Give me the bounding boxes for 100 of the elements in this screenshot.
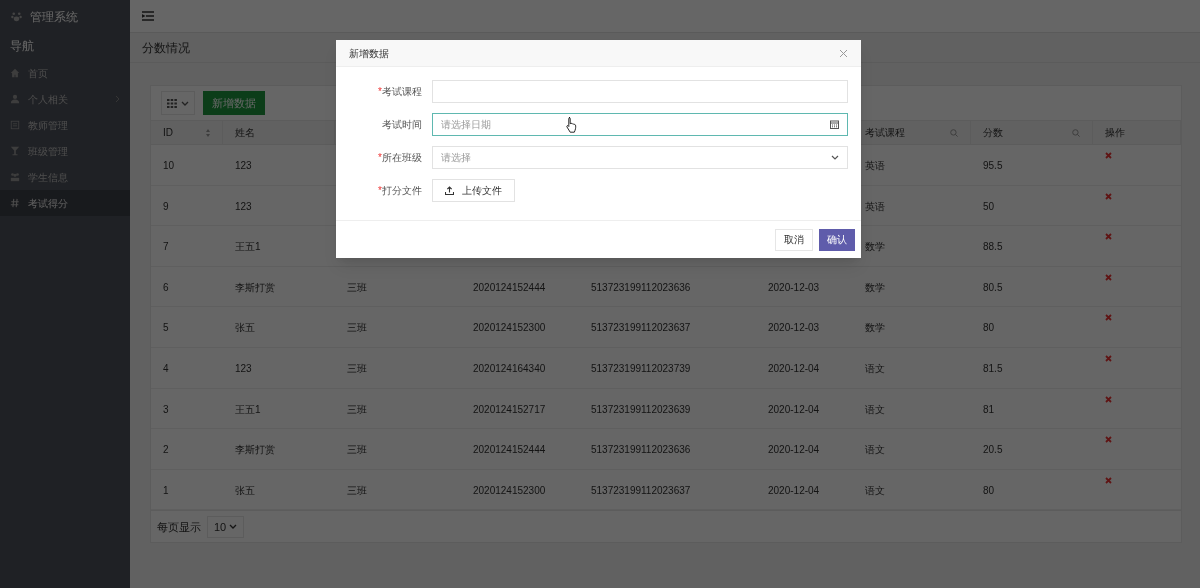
- table-cell: 语文: [865, 484, 885, 496]
- table-cell: 2020-12-04: [768, 403, 820, 415]
- table-cell: 数学: [865, 241, 885, 253]
- delete-icon[interactable]: [1105, 233, 1112, 241]
- table-cell: 数学: [865, 281, 885, 293]
- table-cell: 1: [163, 484, 169, 496]
- caret-icon: [229, 524, 238, 530]
- table-cell: 语文: [865, 444, 885, 456]
- delete-icon[interactable]: [1105, 152, 1112, 159]
- table-cell: 2020124152300: [473, 484, 546, 496]
- delete-icon[interactable]: [1105, 395, 1112, 403]
- columns-button[interactable]: [161, 91, 195, 115]
- confirm-button[interactable]: 确认: [819, 228, 855, 251]
- chevron-icon: [831, 155, 839, 160]
- upload-icon: [445, 186, 454, 195]
- table-cell: 123: [235, 160, 252, 171]
- text-field[interactable]: [432, 80, 848, 103]
- field-label: 考试课程: [382, 85, 422, 99]
- page-title: 分数情况: [142, 39, 190, 57]
- table-cell: 80: [983, 484, 995, 496]
- table-cell: 三班: [347, 444, 367, 456]
- column-header: ID: [163, 126, 173, 140]
- table-cell: 2020-12-04: [768, 484, 820, 496]
- delete-icon[interactable]: [1105, 273, 1112, 281]
- required-mark: *: [378, 151, 382, 165]
- table-cell: 7: [163, 241, 169, 253]
- field-label: 所在班级: [382, 151, 422, 165]
- column-header: 考试课程: [865, 126, 905, 140]
- table-cell: 三班: [347, 362, 367, 374]
- table-cell: 513723199112023636: [591, 281, 691, 293]
- table-cell: 5: [163, 322, 169, 334]
- table-cell: 王五1: [235, 403, 261, 415]
- delete-icon[interactable]: [1105, 476, 1112, 484]
- table-cell: 3: [163, 403, 169, 415]
- caret-icon: [181, 100, 189, 106]
- table-cell: 英语: [865, 160, 885, 171]
- list-icon: [10, 120, 20, 130]
- table-cell: 4: [163, 362, 169, 374]
- select-field[interactable]: 请选择: [432, 146, 848, 169]
- table-cell: 三班: [347, 403, 367, 415]
- table-cell: 20.5: [983, 444, 1003, 456]
- table-cell: 三班: [347, 484, 367, 496]
- hash-icon: [10, 198, 20, 208]
- user-icon: [10, 94, 20, 104]
- table-cell: 513723199112023636: [591, 444, 691, 456]
- table-cell: 王五1: [235, 241, 261, 253]
- dialog-title: 新增数据: [349, 46, 389, 61]
- column-header: 操作: [1105, 126, 1125, 140]
- table-cell: 李斯打赏: [235, 281, 275, 293]
- delete-icon[interactable]: [1105, 354, 1112, 362]
- home-icon: [10, 68, 20, 78]
- table-cell: 张五: [235, 484, 255, 496]
- field-label: 打分文件: [382, 184, 422, 198]
- table-cell: 80: [983, 322, 995, 334]
- group-icon: [10, 172, 20, 182]
- sort-icon[interactable]: [206, 128, 210, 137]
- delete-icon[interactable]: [1105, 314, 1112, 322]
- table-cell: 50: [983, 200, 995, 212]
- table-cell: 张五: [235, 322, 255, 334]
- table-cell: 81.5: [983, 362, 1003, 374]
- table-cell: 2020124152444: [473, 444, 546, 456]
- menu-icon[interactable]: [142, 11, 154, 21]
- page-size-select[interactable]: 10: [207, 515, 245, 538]
- table-cell: 6: [163, 281, 169, 293]
- date-field[interactable]: 请选择日期: [432, 113, 848, 136]
- table-cell: 李斯打赏: [235, 444, 275, 456]
- delete-icon[interactable]: [1105, 192, 1112, 200]
- table-cell: 2020124152300: [473, 322, 546, 334]
- table-cell: 123: [235, 200, 252, 212]
- table-cell: 2020124152717: [473, 403, 546, 415]
- table-cell: 9: [163, 200, 169, 212]
- search-icon[interactable]: [1072, 128, 1080, 137]
- cancel-button[interactable]: 取消: [775, 228, 813, 251]
- table-cell: 10: [163, 160, 175, 171]
- table-cell: 数学: [865, 322, 885, 334]
- paw-icon: [11, 11, 22, 22]
- table-cell: 2020124164340: [473, 362, 546, 374]
- search-icon[interactable]: [950, 128, 958, 137]
- close-icon[interactable]: [839, 48, 848, 58]
- table-cell: 513723199112023637: [591, 322, 691, 334]
- table-cell: 2020124152444: [473, 281, 546, 293]
- upload-button[interactable]: 上传文件: [432, 179, 515, 202]
- delete-icon[interactable]: [1105, 436, 1112, 444]
- table-cell: 123: [235, 362, 252, 374]
- table-cell: 2020-12-04: [768, 362, 820, 374]
- table-cell: 513723199112023639: [591, 403, 691, 415]
- brand-name: 管理系统: [30, 8, 78, 26]
- add-button[interactable]: 新增数据: [203, 91, 265, 115]
- hand-cursor-icon: [566, 116, 578, 133]
- table-cell: 2: [163, 444, 169, 456]
- table-cell: 2020-12-03: [768, 281, 820, 293]
- required-mark: *: [378, 85, 382, 99]
- table-cell: 语文: [865, 362, 885, 374]
- column-header: 姓名: [235, 126, 255, 140]
- table-cell: 88.5: [983, 241, 1003, 253]
- required-mark: *: [378, 184, 382, 198]
- page-size-label: 每页显示: [157, 519, 201, 535]
- calendar-icon: [830, 120, 839, 129]
- table-cell: 三班: [347, 322, 367, 334]
- table-cell: 95.5: [983, 160, 1003, 171]
